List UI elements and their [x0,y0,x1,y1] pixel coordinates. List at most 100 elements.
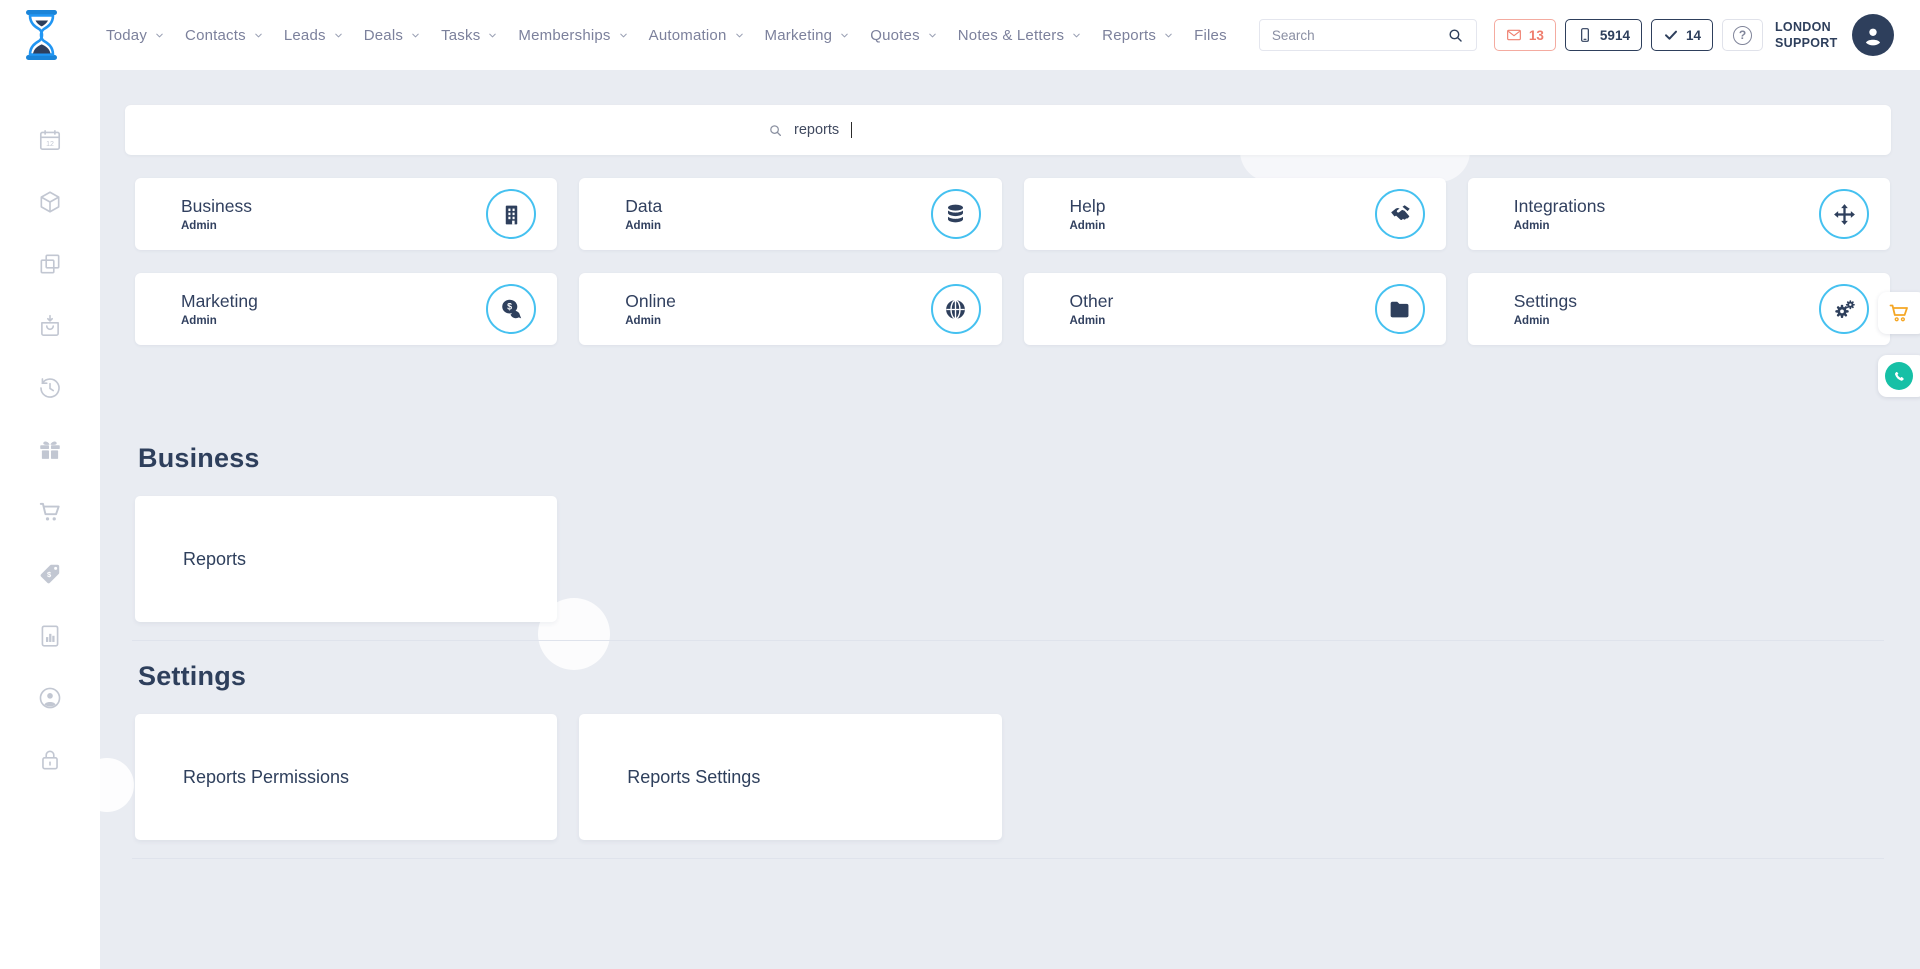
nav-tasks[interactable]: Tasks [441,27,498,44]
sidebar-item-price-tag[interactable]: $ [37,561,64,587]
admin-search-value[interactable]: reports [794,122,839,138]
gift-icon [37,437,63,463]
search-icon [1447,27,1464,44]
chevron-down-icon [618,30,629,41]
folder-icon [1375,284,1425,334]
chevron-down-icon [154,30,165,41]
nav-leads[interactable]: Leads [284,27,344,44]
chevron-down-icon [839,30,850,41]
sidebar-item-gift[interactable] [37,437,64,463]
main-content: reports Business Admin Data Admin [100,70,1920,969]
app-logo[interactable] [22,9,62,61]
history-icon [37,375,63,401]
cart-icon [37,499,63,525]
admin-item-label: Reports Settings [627,767,760,788]
admin-search-inner: reports [768,122,1248,138]
sidebar-item-cart[interactable] [37,499,64,525]
phone-button[interactable] [1878,355,1920,397]
globe-icon [931,284,981,334]
database-icon [931,189,981,239]
section-heading: Settings [138,661,1890,692]
envelope-icon [1506,27,1522,43]
help-button[interactable]: ? [1722,19,1763,51]
admin-item-label: Reports [183,549,246,570]
sidebar-item-calendar[interactable]: 12 [37,127,64,153]
comment-dollar-icon: $ [486,284,536,334]
mobile-icon [1577,27,1593,43]
category-text: Settings Admin [1514,291,1577,327]
category-card-marketing[interactable]: Marketing Admin $ [135,273,557,345]
nav-deals-label: Deals [364,27,403,44]
nav-memberships[interactable]: Memberships [518,27,628,44]
nav-notes-letters[interactable]: Notes & Letters [958,27,1082,44]
gears-icon [1819,284,1869,334]
category-card-other[interactable]: Other Admin [1024,273,1446,345]
tasks-badge[interactable]: 14 [1651,19,1713,51]
chevron-down-icon [333,30,344,41]
category-subtitle: Admin [1514,220,1605,232]
sidebar-item-order-in[interactable] [37,313,64,339]
basket-button[interactable] [1878,292,1920,334]
category-card-data[interactable]: Data Admin [579,178,1001,250]
category-title: Business [181,196,252,217]
nav-reports-label: Reports [1102,27,1156,44]
nav-files[interactable]: Files [1194,27,1227,44]
admin-item-card-reports-permissions[interactable]: Reports Permissions [135,714,557,840]
nav-contacts[interactable]: Contacts [185,27,264,44]
category-text: Other Admin [1070,291,1114,327]
nav-deals[interactable]: Deals [364,27,421,44]
account-icon [37,685,63,711]
category-card-integrations[interactable]: Integrations Admin [1468,178,1890,250]
sidebar-item-lock[interactable] [37,747,64,773]
category-subtitle: Admin [181,315,258,327]
global-search [1259,19,1477,51]
admin-categories: Business Admin Data Admin He [135,178,1890,345]
stock-icon [37,189,63,215]
category-subtitle: Admin [1514,315,1577,327]
category-card-help[interactable]: Help Admin [1024,178,1446,250]
lock-icon [37,747,63,773]
category-text: Marketing Admin [181,291,258,327]
admin-item-card-reports-settings[interactable]: Reports Settings [579,714,1001,840]
question-icon: ? [1733,26,1752,45]
chevron-down-icon [487,30,498,41]
nav-reports[interactable]: Reports [1102,27,1174,44]
search-input[interactable] [1260,28,1436,43]
avatar[interactable] [1852,14,1894,56]
topbar: Today Contacts Leads Deals Tasks [0,0,1920,70]
category-card-online[interactable]: Online Admin [579,273,1001,345]
phone-badge[interactable]: 5914 [1565,19,1642,51]
search-button[interactable] [1436,20,1476,50]
svg-text:$: $ [507,301,512,311]
section-grid: Reports Permissions Reports Settings [135,714,1890,840]
admin-item-card-reports[interactable]: Reports [135,496,557,622]
nav-quotes[interactable]: Quotes [870,27,938,44]
category-text: Help Admin [1070,196,1106,232]
category-subtitle: Admin [625,220,662,232]
nav-automation[interactable]: Automation [649,27,745,44]
check-icon [1663,27,1679,43]
nav-automation-label: Automation [649,27,727,44]
nav-quotes-label: Quotes [870,27,920,44]
sidebar: 12 $ [0,70,100,969]
sidebar-item-report[interactable] [37,623,64,649]
category-subtitle: Admin [181,220,252,232]
category-card-business[interactable]: Business Admin [135,178,557,250]
category-title: Marketing [181,291,258,312]
sidebar-item-copy[interactable] [37,251,64,277]
category-card-settings[interactable]: Settings Admin [1468,273,1890,345]
category-subtitle: Admin [625,315,676,327]
mail-badge[interactable]: 13 [1494,19,1556,51]
nav-today-label: Today [106,27,147,44]
sidebar-item-stock[interactable] [37,189,64,215]
sidebar-item-account[interactable] [37,685,64,711]
category-subtitle: Admin [1070,220,1106,232]
admin-search-bar[interactable]: reports [125,105,1891,155]
category-title: Settings [1514,291,1577,312]
nav-marketing[interactable]: Marketing [765,27,851,44]
section-divider [132,640,1884,641]
admin-section-business: BusinessReports [128,443,1890,641]
sidebar-item-history[interactable] [37,375,64,401]
category-text: Integrations Admin [1514,196,1605,232]
nav-today[interactable]: Today [106,27,165,44]
